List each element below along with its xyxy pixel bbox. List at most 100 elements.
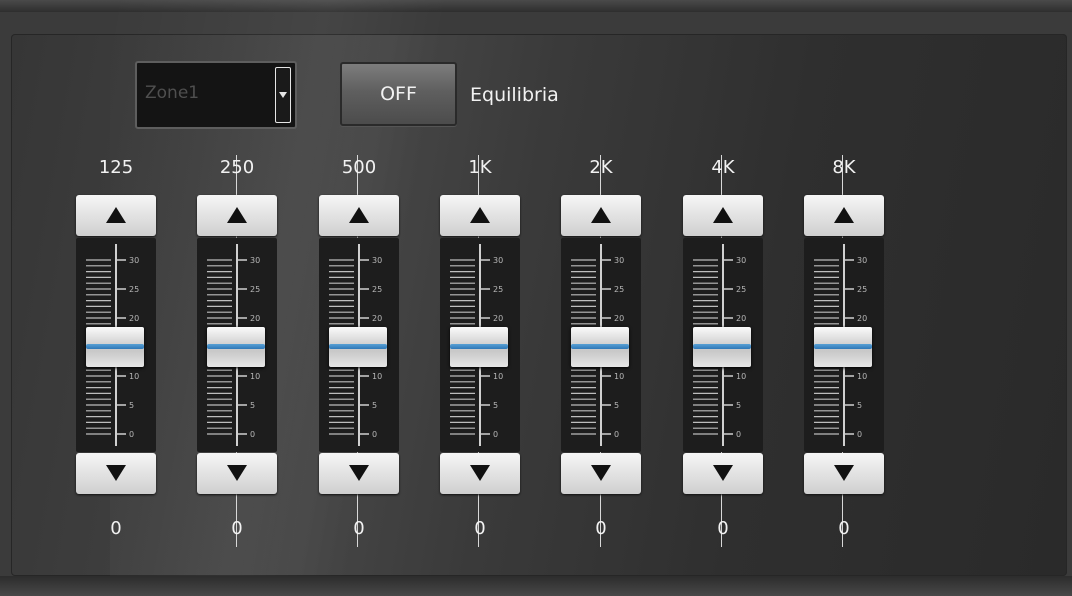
triangle-up-icon <box>834 207 854 223</box>
svg-text:0: 0 <box>129 430 134 439</box>
bottom-bar <box>0 576 1072 596</box>
slider-thumb[interactable] <box>814 327 872 367</box>
band-increase-button[interactable] <box>683 195 763 236</box>
svg-text:10: 10 <box>736 372 746 381</box>
slider-thumb-indicator <box>814 344 872 349</box>
svg-text:30: 30 <box>614 256 624 265</box>
band-frequency-label: 125 <box>98 157 134 178</box>
triangle-down-icon <box>227 465 247 481</box>
eq-band-125: 125 302520151050 0 <box>56 150 176 550</box>
slider-thumb[interactable] <box>450 327 508 367</box>
band-increase-button[interactable] <box>76 195 156 236</box>
svg-text:30: 30 <box>129 256 139 265</box>
svg-text:10: 10 <box>372 372 382 381</box>
slider-thumb-indicator <box>450 344 508 349</box>
svg-text:5: 5 <box>372 401 377 410</box>
band-frequency-label: 250 <box>219 157 255 178</box>
band-value: 0 <box>110 518 122 539</box>
dropdown-arrow-button[interactable] <box>275 67 291 123</box>
power-toggle-button[interactable]: OFF <box>340 62 457 126</box>
svg-text:20: 20 <box>857 314 867 323</box>
zone-select[interactable]: Zone1 <box>135 61 297 129</box>
triangle-up-icon <box>713 207 733 223</box>
triangle-up-icon <box>349 207 369 223</box>
svg-text:10: 10 <box>129 372 139 381</box>
svg-text:25: 25 <box>129 285 139 294</box>
band-decrease-button[interactable] <box>683 453 763 494</box>
svg-text:5: 5 <box>493 401 498 410</box>
triangle-up-icon <box>470 207 490 223</box>
svg-text:0: 0 <box>857 430 862 439</box>
svg-text:0: 0 <box>250 430 255 439</box>
svg-text:0: 0 <box>372 430 377 439</box>
band-slider[interactable]: 302520151050 <box>319 238 399 452</box>
svg-text:25: 25 <box>372 285 382 294</box>
band-decrease-button[interactable] <box>561 453 641 494</box>
triangle-down-icon <box>713 465 733 481</box>
band-frequency-label: 2K <box>589 157 613 178</box>
svg-text:20: 20 <box>250 314 260 323</box>
band-value: 0 <box>717 518 729 539</box>
band-decrease-button[interactable] <box>804 453 884 494</box>
band-decrease-button[interactable] <box>440 453 520 494</box>
svg-text:20: 20 <box>493 314 503 323</box>
slider-thumb-indicator <box>571 344 629 349</box>
svg-text:25: 25 <box>614 285 624 294</box>
eq-band-1k: 1K 302520151050 0 <box>420 150 540 550</box>
svg-text:30: 30 <box>493 256 503 265</box>
eq-band-250: 250 302520151050 0 <box>177 150 297 550</box>
eq-band-8k: 8K 302520151050 0 <box>784 150 904 550</box>
svg-text:25: 25 <box>857 285 867 294</box>
band-decrease-button[interactable] <box>319 453 399 494</box>
svg-text:20: 20 <box>614 314 624 323</box>
band-value: 0 <box>474 518 486 539</box>
band-decrease-button[interactable] <box>197 453 277 494</box>
band-value: 0 <box>353 518 365 539</box>
svg-text:20: 20 <box>736 314 746 323</box>
eq-band-500: 500 302520151050 0 <box>299 150 419 550</box>
svg-text:0: 0 <box>614 430 619 439</box>
band-slider[interactable]: 302520151050 <box>76 238 156 452</box>
band-slider[interactable]: 302520151050 <box>683 238 763 452</box>
slider-thumb-indicator <box>86 344 144 349</box>
slider-thumb-indicator <box>329 344 387 349</box>
band-value: 0 <box>231 518 243 539</box>
svg-text:5: 5 <box>614 401 619 410</box>
zone-select-value: Zone1 <box>145 83 200 103</box>
band-increase-button[interactable] <box>561 195 641 236</box>
band-increase-button[interactable] <box>319 195 399 236</box>
chevron-down-icon <box>279 92 287 98</box>
band-increase-button[interactable] <box>197 195 277 236</box>
band-slider[interactable]: 302520151050 <box>197 238 277 452</box>
band-increase-button[interactable] <box>804 195 884 236</box>
slider-thumb[interactable] <box>329 327 387 367</box>
slider-thumb[interactable] <box>86 327 144 367</box>
svg-text:30: 30 <box>736 256 746 265</box>
svg-text:30: 30 <box>857 256 867 265</box>
band-slider[interactable]: 302520151050 <box>440 238 520 452</box>
svg-text:5: 5 <box>250 401 255 410</box>
svg-text:25: 25 <box>493 285 503 294</box>
svg-text:0: 0 <box>736 430 741 439</box>
band-increase-button[interactable] <box>440 195 520 236</box>
page-title: Equilibria <box>470 84 559 106</box>
band-frequency-label: 1K <box>468 157 492 178</box>
svg-text:30: 30 <box>250 256 260 265</box>
svg-text:25: 25 <box>736 285 746 294</box>
svg-text:5: 5 <box>736 401 741 410</box>
svg-text:10: 10 <box>493 372 503 381</box>
band-frequency-label: 4K <box>711 157 735 178</box>
slider-thumb[interactable] <box>571 327 629 367</box>
svg-text:20: 20 <box>129 314 139 323</box>
svg-text:25: 25 <box>250 285 260 294</box>
band-decrease-button[interactable] <box>76 453 156 494</box>
band-slider[interactable]: 302520151050 <box>561 238 641 452</box>
band-value: 0 <box>595 518 607 539</box>
slider-thumb[interactable] <box>693 327 751 367</box>
slider-thumb[interactable] <box>207 327 265 367</box>
band-slider[interactable]: 302520151050 <box>804 238 884 452</box>
slider-thumb-indicator <box>207 344 265 349</box>
triangle-down-icon <box>349 465 369 481</box>
triangle-down-icon <box>591 465 611 481</box>
eq-band-2k: 2K 302520151050 0 <box>541 150 661 550</box>
